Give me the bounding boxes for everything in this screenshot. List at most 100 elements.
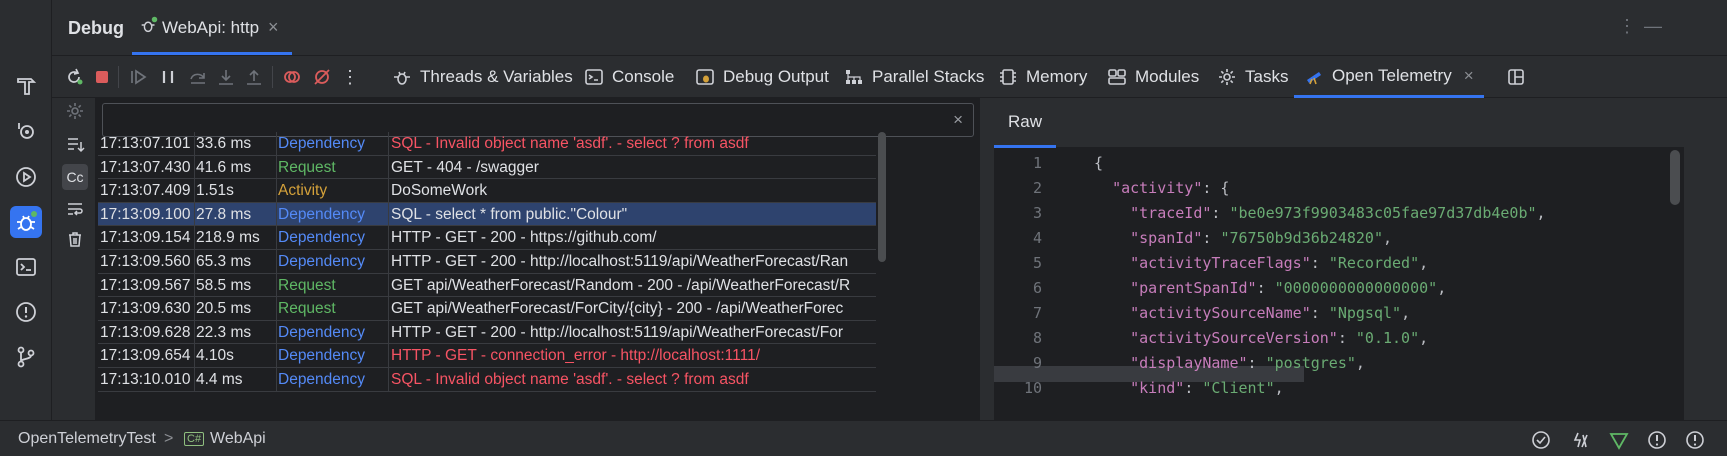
tab-memory[interactable]: Memory <box>998 56 1087 98</box>
run-config-tab[interactable]: WebApi: http × <box>141 0 344 56</box>
code-line: "traceId": "be0e973f9903483c05fae97d37db… <box>1130 204 1546 222</box>
match-case-icon[interactable]: Cc <box>62 164 88 190</box>
tab-label: Parallel Stacks <box>872 67 985 86</box>
cell-time: 17:13:09.654 <box>100 347 191 365</box>
check-circle-icon[interactable] <box>1530 429 1552 451</box>
line-number: 1 <box>1032 154 1042 172</box>
table-row[interactable]: 17:13:09.628 22.3 ms Dependency HTTP - GET … <box>98 320 876 345</box>
column-divider <box>194 297 195 320</box>
scroll-to-end-icon[interactable] <box>62 132 88 158</box>
rerun-icon[interactable] <box>62 65 86 89</box>
telemetry-log-panel: × 17:13:07.101 33.6 ms Dependency SQL - Inv… <box>98 98 978 420</box>
line-number: 7 <box>1032 304 1042 322</box>
close-icon[interactable]: × <box>268 17 279 38</box>
cell-time: 17:13:07.430 <box>100 158 191 176</box>
cell-duration: 27.8 ms <box>196 205 252 223</box>
resume-icon[interactable] <box>126 65 150 89</box>
more-options-icon[interactable]: ⋮ <box>1618 16 1636 37</box>
step-over-icon[interactable] <box>186 65 210 89</box>
services-icon[interactable] <box>10 115 42 147</box>
tab-modules[interactable]: Modules <box>1107 56 1199 98</box>
tab-label: Open Telemetry <box>1332 65 1452 85</box>
cell-time: 17:13:09.630 <box>100 300 191 318</box>
run-config-tab-label: WebApi: http <box>162 18 260 37</box>
column-divider <box>388 179 389 202</box>
cell-kind: Dependency <box>278 323 366 341</box>
cell-kind: Dependency <box>278 205 366 223</box>
tab-threads-variables[interactable]: Threads & Variables <box>392 56 573 98</box>
column-divider <box>276 132 277 155</box>
stop-icon[interactable] <box>90 65 114 89</box>
table-row[interactable]: 17:13:09.154 218.9 ms Dependency HTTP - GET… <box>98 226 876 250</box>
code-line: "activity": { <box>1112 179 1230 197</box>
minimize-icon[interactable]: — <box>1644 16 1662 37</box>
more-actions-icon[interactable]: ⋮ <box>338 65 362 89</box>
json-code-view[interactable]: { "activity": { "traceId": "be0e973f9903… <box>1094 148 1674 420</box>
column-divider <box>276 273 277 297</box>
run-icon[interactable] <box>10 161 42 193</box>
tab-open-telemetry[interactable]: Open Telemetry × <box>1294 56 1484 98</box>
soft-wrap-icon[interactable] <box>62 196 88 222</box>
layout-settings-icon[interactable] <box>1504 65 1528 89</box>
dotnet-run-icon <box>138 14 160 41</box>
column-divider <box>276 368 277 391</box>
build-hammer-icon[interactable] <box>10 70 42 102</box>
clear-trash-icon[interactable] <box>62 226 88 252</box>
tab-parallel-stacks[interactable]: Parallel Stacks <box>844 56 984 98</box>
table-row[interactable]: 17:13:10.010 4.4 ms Dependency SQL - Invali… <box>98 368 876 392</box>
close-icon[interactable]: × <box>1464 66 1474 86</box>
table-row[interactable]: 17:13:09.630 20.5 ms Request GET api/Weathe… <box>98 297 876 321</box>
inspection-triangle-icon[interactable] <box>1608 429 1630 451</box>
column-divider <box>194 155 195 179</box>
table-row[interactable]: 17:13:09.654 4.10s Dependency HTTP - GET - … <box>98 344 876 368</box>
step-out-icon[interactable] <box>242 65 266 89</box>
mute-breakpoints-icon[interactable] <box>310 65 334 89</box>
panel-splitter[interactable] <box>980 98 994 420</box>
cell-time: 17:13:07.409 <box>100 182 191 200</box>
tab-raw[interactable]: Raw <box>994 98 1056 148</box>
breadcrumb-project[interactable]: OpenTelemetryTest <box>18 430 156 448</box>
memory-chip-icon <box>1000 69 1016 85</box>
breadcrumb-module[interactable]: WebApi <box>210 430 266 448</box>
tab-console[interactable]: Console <box>584 56 674 98</box>
json-scrollbar[interactable] <box>1670 150 1680 205</box>
step-into-icon[interactable] <box>214 65 238 89</box>
column-divider <box>194 226 195 249</box>
problems-icon[interactable] <box>10 296 42 328</box>
column-divider <box>276 155 277 179</box>
table-row[interactable]: 17:13:09.560 65.3 ms Dependency HTTP - GET … <box>98 250 876 274</box>
cell-message: DoSomeWork <box>391 182 488 200</box>
tab-label: Tasks <box>1245 67 1289 86</box>
cell-kind: Dependency <box>278 253 366 270</box>
cell-message: HTTP - GET - connection_error - http://l… <box>391 347 761 365</box>
column-divider <box>388 155 389 179</box>
table-row[interactable]: 17:13:07.430 41.6 ms Request GET - 404 - /s… <box>98 155 876 180</box>
cell-message: SQL - select * from public."Colour" <box>391 205 628 223</box>
view-breakpoints-icon[interactable] <box>280 65 304 89</box>
cell-kind: Request <box>278 300 336 318</box>
code-line: "kind": "Client", <box>1130 379 1284 397</box>
pause-icon[interactable] <box>156 65 180 89</box>
tab-label: Console <box>612 67 675 86</box>
table-row[interactable]: 17:13:09.100 27.8 ms Dependency SQL - selec… <box>98 202 876 227</box>
table-row[interactable]: 17:13:09.567 58.5 ms Request GET api/Weathe… <box>98 273 876 298</box>
column-divider <box>388 226 389 249</box>
power-save-icon[interactable] <box>1570 429 1592 451</box>
cell-message: HTTP - GET - 200 - http://localhost:5119… <box>391 323 843 341</box>
cell-duration: 218.9 ms <box>196 229 260 247</box>
log-scrollbar[interactable] <box>878 132 886 262</box>
notifications-icon[interactable] <box>1684 429 1706 451</box>
clear-icon[interactable]: × <box>953 110 963 130</box>
settings-gear-icon[interactable] <box>62 98 88 124</box>
table-row[interactable]: 17:13:07.409 1.51s Activity DoSomeWork <box>98 179 876 203</box>
column-divider <box>194 250 195 273</box>
table-row[interactable]: 17:13:07.101 33.6 ms Dependency SQL - Inval… <box>98 132 876 156</box>
terminal-icon[interactable] <box>10 251 42 283</box>
tab-debug-output[interactable]: Debug Output <box>695 56 829 98</box>
tab-tasks[interactable]: Tasks <box>1217 56 1288 98</box>
cell-duration: 22.3 ms <box>196 323 252 341</box>
debug-bug-icon[interactable] <box>10 206 42 238</box>
git-branch-icon[interactable] <box>10 341 42 373</box>
modules-icon <box>1108 69 1126 85</box>
problems-icon[interactable] <box>1646 429 1668 451</box>
